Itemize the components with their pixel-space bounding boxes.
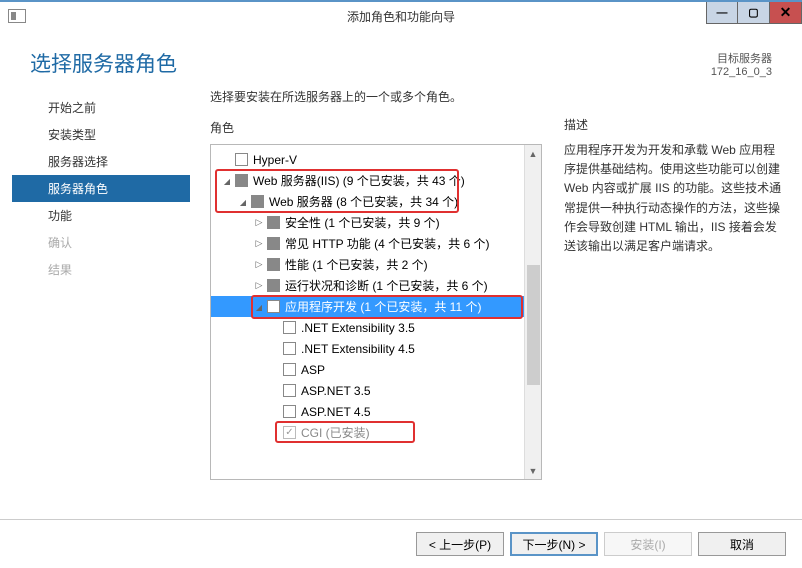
expand-icon[interactable] [253,238,265,249]
sidebar-item-features[interactable]: 功能 [12,202,190,229]
tree-checkbox[interactable] [283,384,296,397]
tree-checkbox[interactable] [267,237,280,250]
page-title: 选择服务器角色 [30,48,772,78]
tree-row[interactable]: CGI (已安装) [211,422,524,443]
scroll-thumb[interactable] [527,265,540,385]
expand-icon[interactable] [253,280,265,291]
tree-row[interactable]: .NET Extensibility 4.5 [211,338,524,359]
tree-checkbox[interactable] [251,195,264,208]
tree-label: CGI (已安装) [301,424,370,441]
target-server-info: 目标服务器 172_16_0_3 [711,50,772,78]
close-button[interactable]: ✕ [770,2,802,24]
tree-label: 常见 HTTP 功能 (4 个已安装，共 6 个) [285,235,489,252]
tree-label: Hyper-V [253,153,297,167]
target-value: 172_16_0_3 [711,66,772,78]
tree-row[interactable]: ASP [211,359,524,380]
minimize-button[interactable]: — [706,2,738,24]
app-icon [8,9,26,23]
roles-column-title: 角色 [210,119,542,136]
install-button: 安装(I) [604,532,692,556]
sidebar-item-install-type[interactable]: 安装类型 [12,121,190,148]
expand-icon[interactable] [253,217,265,228]
sidebar-item-before-begin[interactable]: 开始之前 [12,94,190,121]
scroll-up-icon[interactable]: ▲ [525,145,541,162]
collapse-icon[interactable] [237,197,249,207]
collapse-icon[interactable] [253,302,265,312]
collapse-icon[interactable] [221,176,233,186]
tree-scrollbar[interactable]: ▲ ▼ [524,145,541,479]
tree-row[interactable]: Hyper-V [211,149,524,170]
cancel-button[interactable]: 取消 [698,532,786,556]
tree-row[interactable]: 安全性 (1 个已安装，共 9 个) [211,212,524,233]
roles-column: 选择要安装在所选服务器上的一个或多个角色。 角色 Hyper-V Web 服务器(… [210,88,542,508]
tree-label: 运行状况和诊断 (1 个已安装，共 6 个) [285,277,488,294]
tree-checkbox[interactable] [267,258,280,271]
roles-tree-box: Hyper-V Web 服务器(IIS) (9 个已安装，共 43 个) Web 服… [210,144,542,480]
window-controls: — ▢ ✕ [706,2,802,30]
expand-icon[interactable] [253,259,265,270]
titlebar: 添加角色和功能向导 — ▢ ✕ [0,0,802,30]
wizard-main: 选择要安装在所选服务器上的一个或多个角色。 角色 Hyper-V Web 服务器(… [190,88,790,508]
roles-tree[interactable]: Hyper-V Web 服务器(IIS) (9 个已安装，共 43 个) Web 服… [211,145,524,479]
tree-label: ASP.NET 3.5 [301,384,371,398]
tree-checkbox[interactable] [235,174,248,187]
description-text: 应用程序开发为开发和承载 Web 应用程序提供基础结构。使用这些功能可以创建 W… [564,141,790,256]
wizard-sidebar: 开始之前 安装类型 服务器选择 服务器角色 功能 确认 结果 [12,88,190,508]
description-column: 描述 应用程序开发为开发和承载 Web 应用程序提供基础结构。使用这些功能可以创… [542,88,790,508]
previous-button[interactable]: < 上一步(P) [416,532,504,556]
tree-row[interactable]: ASP.NET 3.5 [211,380,524,401]
tree-checkbox[interactable] [283,405,296,418]
tree-row[interactable]: ASP.NET 4.5 [211,401,524,422]
instruction-text: 选择要安装在所选服务器上的一个或多个角色。 [210,88,542,105]
wizard-body: 开始之前 安装类型 服务器选择 服务器角色 功能 确认 结果 选择要安装在所选服… [0,88,802,508]
description-column-title: 描述 [564,116,790,133]
window-title: 添加角色和功能向导 [347,8,455,25]
tree-row[interactable]: Web 服务器 (8 个已安装，共 34 个) [211,191,524,212]
tree-row[interactable]: .NET Extensibility 3.5 [211,317,524,338]
tree-checkbox[interactable] [267,279,280,292]
tree-row[interactable]: Web 服务器(IIS) (9 个已安装，共 43 个) [211,170,524,191]
tree-label: .NET Extensibility 3.5 [301,321,415,335]
tree-label: 性能 (1 个已安装，共 2 个) [285,256,428,273]
tree-checkbox[interactable] [283,321,296,334]
tree-checkbox[interactable] [283,363,296,376]
tree-checkbox[interactable] [283,342,296,355]
sidebar-item-results: 结果 [12,256,190,283]
target-label: 目标服务器 [711,50,772,66]
tree-row[interactable]: 应用程序开发 (1 个已安装，共 11 个) [211,296,524,317]
wizard-footer: < 上一步(P) 下一步(N) > 安装(I) 取消 [0,519,802,568]
scroll-down-icon[interactable]: ▼ [525,462,541,479]
sidebar-item-server-select[interactable]: 服务器选择 [12,148,190,175]
next-button[interactable]: 下一步(N) > [510,532,598,556]
sidebar-item-server-roles[interactable]: 服务器角色 [12,175,190,202]
tree-label: ASP [301,363,325,377]
maximize-button[interactable]: ▢ [738,2,770,24]
wizard-header: 选择服务器角色 目标服务器 172_16_0_3 [0,30,802,88]
tree-row[interactable]: 常见 HTTP 功能 (4 个已安装，共 6 个) [211,233,524,254]
tree-label: Web 服务器(IIS) (9 个已安装，共 43 个) [253,172,465,189]
tree-label: 安全性 (1 个已安装，共 9 个) [285,214,440,231]
tree-label: 应用程序开发 (1 个已安装，共 11 个) [285,298,481,315]
sidebar-item-confirm: 确认 [12,229,190,256]
tree-row[interactable]: 运行状况和诊断 (1 个已安装，共 6 个) [211,275,524,296]
tree-label: ASP.NET 4.5 [301,405,371,419]
tree-checkbox[interactable] [267,300,280,313]
tree-row[interactable]: 性能 (1 个已安装，共 2 个) [211,254,524,275]
tree-checkbox[interactable] [267,216,280,229]
tree-label: .NET Extensibility 4.5 [301,342,415,356]
tree-checkbox[interactable] [235,153,248,166]
tree-checkbox [283,426,296,439]
tree-label: Web 服务器 (8 个已安装，共 34 个) [269,193,458,210]
